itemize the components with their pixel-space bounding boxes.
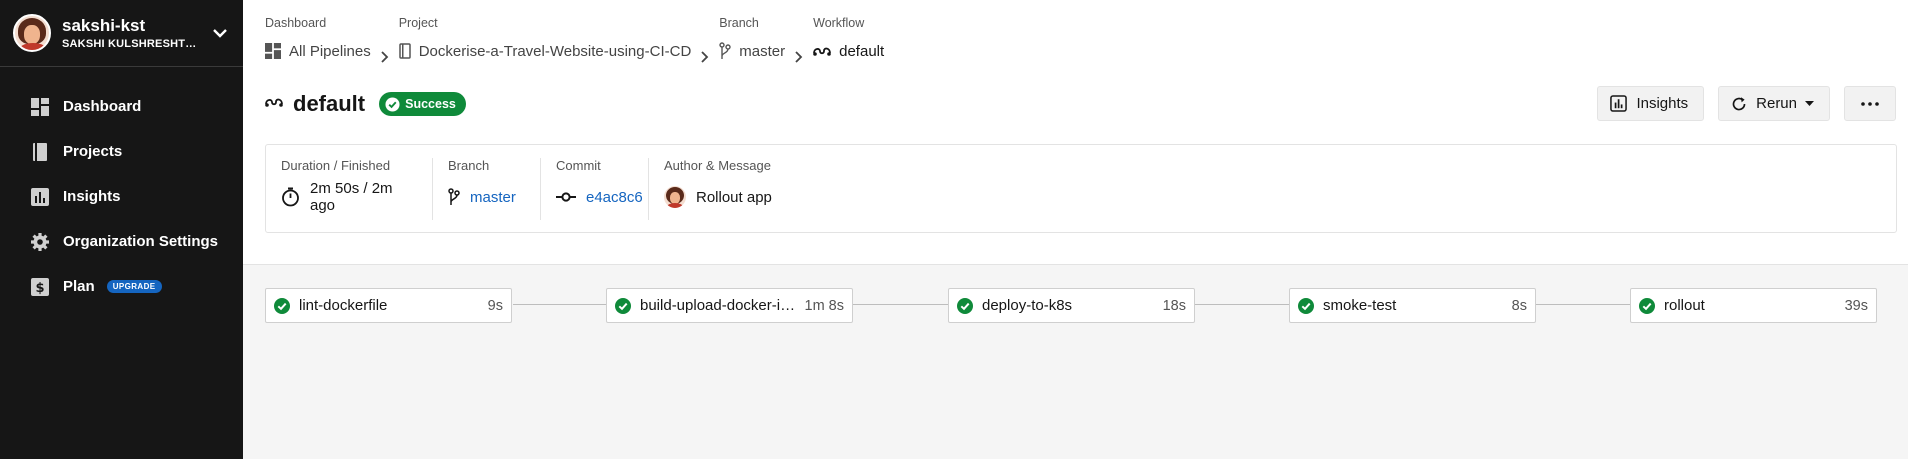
summary-duration: Duration / Finished 2m 50s / 2m ago: [266, 158, 433, 220]
main-content: Dashboard All Pipelines Project Dockeris…: [243, 0, 1908, 459]
job-duration: 9s: [487, 297, 503, 314]
page-title: default: [293, 91, 366, 116]
sidebar-item-label: Projects: [63, 143, 123, 160]
chevron-right-icon: [785, 16, 813, 68]
org-name: sakshi-kst: [62, 16, 146, 35]
summary-label: Commit: [556, 158, 601, 173]
stopwatch-icon: [281, 187, 300, 207]
commit-icon: [556, 192, 576, 202]
check-circle-icon: [385, 96, 400, 112]
author-avatar: [664, 186, 686, 208]
branch-icon: [448, 188, 460, 206]
summary-branch: Branch master: [433, 158, 541, 220]
breadcrumb-value[interactable]: default: [839, 43, 884, 60]
sidebar: sakshi-kst SAKSHI KULSHRESHTHA Dashboard…: [0, 0, 243, 459]
check-circle-icon: [274, 297, 290, 314]
workflow-summary: Duration / Finished 2m 50s / 2m ago Bran…: [265, 144, 1897, 233]
rerun-button-label: Rerun: [1756, 95, 1797, 112]
insights-icon: [30, 187, 50, 207]
book-icon: [398, 43, 411, 59]
breadcrumb: Dashboard All Pipelines Project Dockeris…: [265, 16, 884, 68]
chevron-right-icon: [371, 16, 399, 68]
sidebar-item-label: Dashboard: [63, 98, 142, 115]
sidebar-item-dashboard[interactable]: Dashboard: [0, 84, 243, 129]
breadcrumb-workflow[interactable]: Workflow default: [813, 16, 884, 68]
summary-label: Duration / Finished: [281, 158, 391, 173]
breadcrumb-label: Branch: [719, 16, 759, 30]
gear-icon: [30, 232, 50, 252]
job-name: lint-dockerfile: [299, 297, 388, 314]
check-circle-icon: [957, 297, 973, 314]
breadcrumb-value[interactable]: All Pipelines: [289, 43, 371, 60]
job-name: build-upload-docker-image: [640, 297, 801, 314]
job-duration: 18s: [1162, 297, 1186, 314]
job-duration: 8s: [1511, 297, 1527, 314]
sidebar-item-projects[interactable]: Projects: [0, 129, 243, 174]
sidebar-item-insights[interactable]: Insights: [0, 174, 243, 219]
job-card[interactable]: rollout 39s: [1630, 288, 1877, 323]
duration-value: 2m 50s / 2m ago: [310, 180, 393, 214]
summary-author: Author & Message Rollout app: [649, 158, 849, 220]
insights-icon: [1610, 95, 1628, 112]
commit-message: Rollout app: [696, 188, 772, 206]
job-duration: 39s: [1844, 297, 1868, 314]
ellipsis-icon: [1861, 101, 1879, 106]
dashboard-icon: [30, 97, 50, 117]
sidebar-item-label: Organization Settings: [63, 233, 219, 250]
breadcrumb-value[interactable]: Dockerise-a-Travel-Website-using-CI-CD: [419, 43, 692, 60]
job-name: deploy-to-k8s: [982, 297, 1073, 314]
rerun-button[interactable]: Rerun: [1718, 86, 1830, 121]
sidebar-item-plan[interactable]: $ Plan UPGRADE: [0, 264, 243, 309]
check-circle-icon: [1298, 297, 1314, 314]
dollar-icon: $: [30, 277, 50, 297]
breadcrumb-branch[interactable]: Branch master: [719, 16, 785, 68]
sidebar-nav: Dashboard Projects Insights Organization…: [0, 67, 243, 309]
job-card[interactable]: deploy-to-k8s 18s: [948, 288, 1195, 323]
sidebar-item-organization-settings[interactable]: Organization Settings: [0, 219, 243, 264]
breadcrumb-dashboard[interactable]: Dashboard All Pipelines: [265, 16, 371, 68]
refresh-icon: [1731, 96, 1747, 112]
sidebar-item-label: Plan: [63, 278, 95, 295]
workflow-icon: [813, 44, 832, 58]
status-label: Success: [405, 97, 456, 111]
org-full-name: SAKSHI KULSHRESHTHA: [62, 38, 197, 50]
breadcrumb-project[interactable]: Project Dockerise-a-Travel-Website-using…: [399, 16, 692, 68]
summary-label: Author & Message: [664, 158, 771, 173]
branch-icon: [719, 42, 731, 60]
breadcrumb-label: Dashboard: [265, 16, 327, 30]
branch-link[interactable]: master: [470, 189, 516, 206]
job-card[interactable]: smoke-test 8s: [1289, 288, 1536, 323]
job-name: rollout: [1664, 297, 1705, 314]
org-switcher[interactable]: sakshi-kst SAKSHI KULSHRESHTHA: [0, 0, 243, 67]
insights-button[interactable]: Insights: [1597, 86, 1705, 121]
workflow-header: default Success: [265, 91, 466, 117]
summary-commit: Commit e4ac8c6: [541, 158, 649, 220]
sidebar-item-label: Insights: [63, 188, 121, 205]
job-card[interactable]: build-upload-docker-image 1m 8s: [606, 288, 853, 323]
book-icon: [30, 142, 50, 162]
upgrade-badge[interactable]: UPGRADE: [106, 280, 162, 293]
caret-down-icon: [1805, 101, 1814, 106]
breadcrumb-label: Project: [398, 16, 438, 30]
workflow-icon: [265, 95, 283, 114]
status-badge: Success: [379, 92, 466, 116]
svg-text:$: $: [35, 281, 44, 296]
job-name: smoke-test: [1323, 297, 1397, 314]
breadcrumb-value[interactable]: master: [739, 43, 785, 60]
org-avatar: [13, 14, 51, 52]
check-circle-icon: [615, 297, 631, 314]
chevron-down-icon[interactable]: [210, 23, 230, 43]
dashboard-icon: [265, 43, 281, 59]
commit-link[interactable]: e4ac8c6: [586, 189, 643, 206]
check-circle-icon: [1639, 297, 1655, 314]
insights-button-label: Insights: [1636, 95, 1689, 112]
more-options-button[interactable]: [1844, 86, 1896, 121]
chevron-right-icon: [691, 16, 719, 68]
summary-label: Branch: [448, 158, 490, 173]
job-card[interactable]: lint-dockerfile 9s: [265, 288, 512, 323]
breadcrumb-label: Workflow: [813, 16, 865, 30]
job-duration: 1m 8s: [804, 297, 845, 314]
header-actions: Insights Rerun: [1583, 86, 1896, 121]
